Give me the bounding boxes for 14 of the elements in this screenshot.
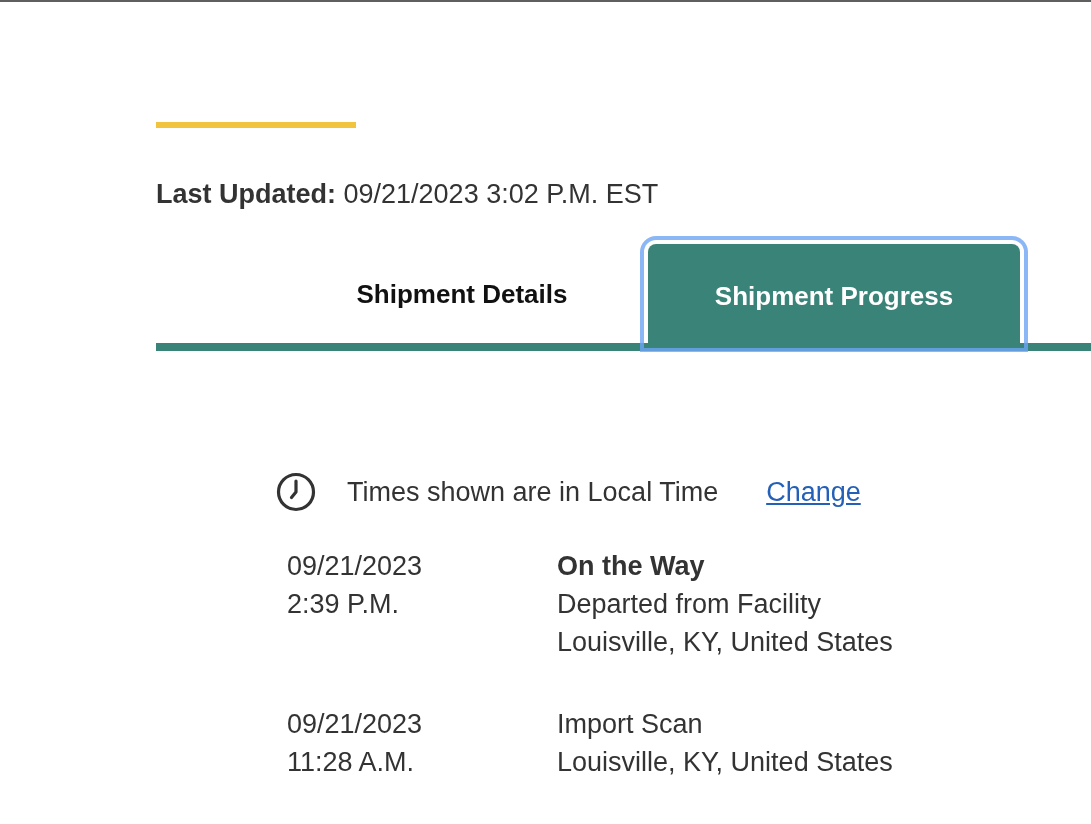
event-date: 09/21/2023 — [287, 550, 424, 583]
event-time: 2:39 P.M. — [287, 588, 401, 621]
event-detail: Departed from Facility — [557, 588, 823, 621]
tab[interactable]: Shipment Details — [276, 244, 648, 344]
event-detail: Louisville, KY, United States — [557, 746, 893, 779]
event-date: 09/21/2023 — [287, 708, 424, 741]
event-detail: Louisville, KY, United States — [557, 626, 893, 659]
last-updated-text: Last Updated: 09/21/2023 3:02 P.M. EST — [156, 178, 659, 210]
clock-icon — [276, 472, 316, 512]
timezone-note: Times shown are in Local Time — [347, 476, 719, 508]
change-link[interactable]: Change — [766, 476, 861, 508]
event-time: 11:28 A.M. — [287, 746, 416, 779]
event-status: On the Way — [557, 550, 706, 583]
event-detail: Import Scan — [557, 708, 704, 741]
